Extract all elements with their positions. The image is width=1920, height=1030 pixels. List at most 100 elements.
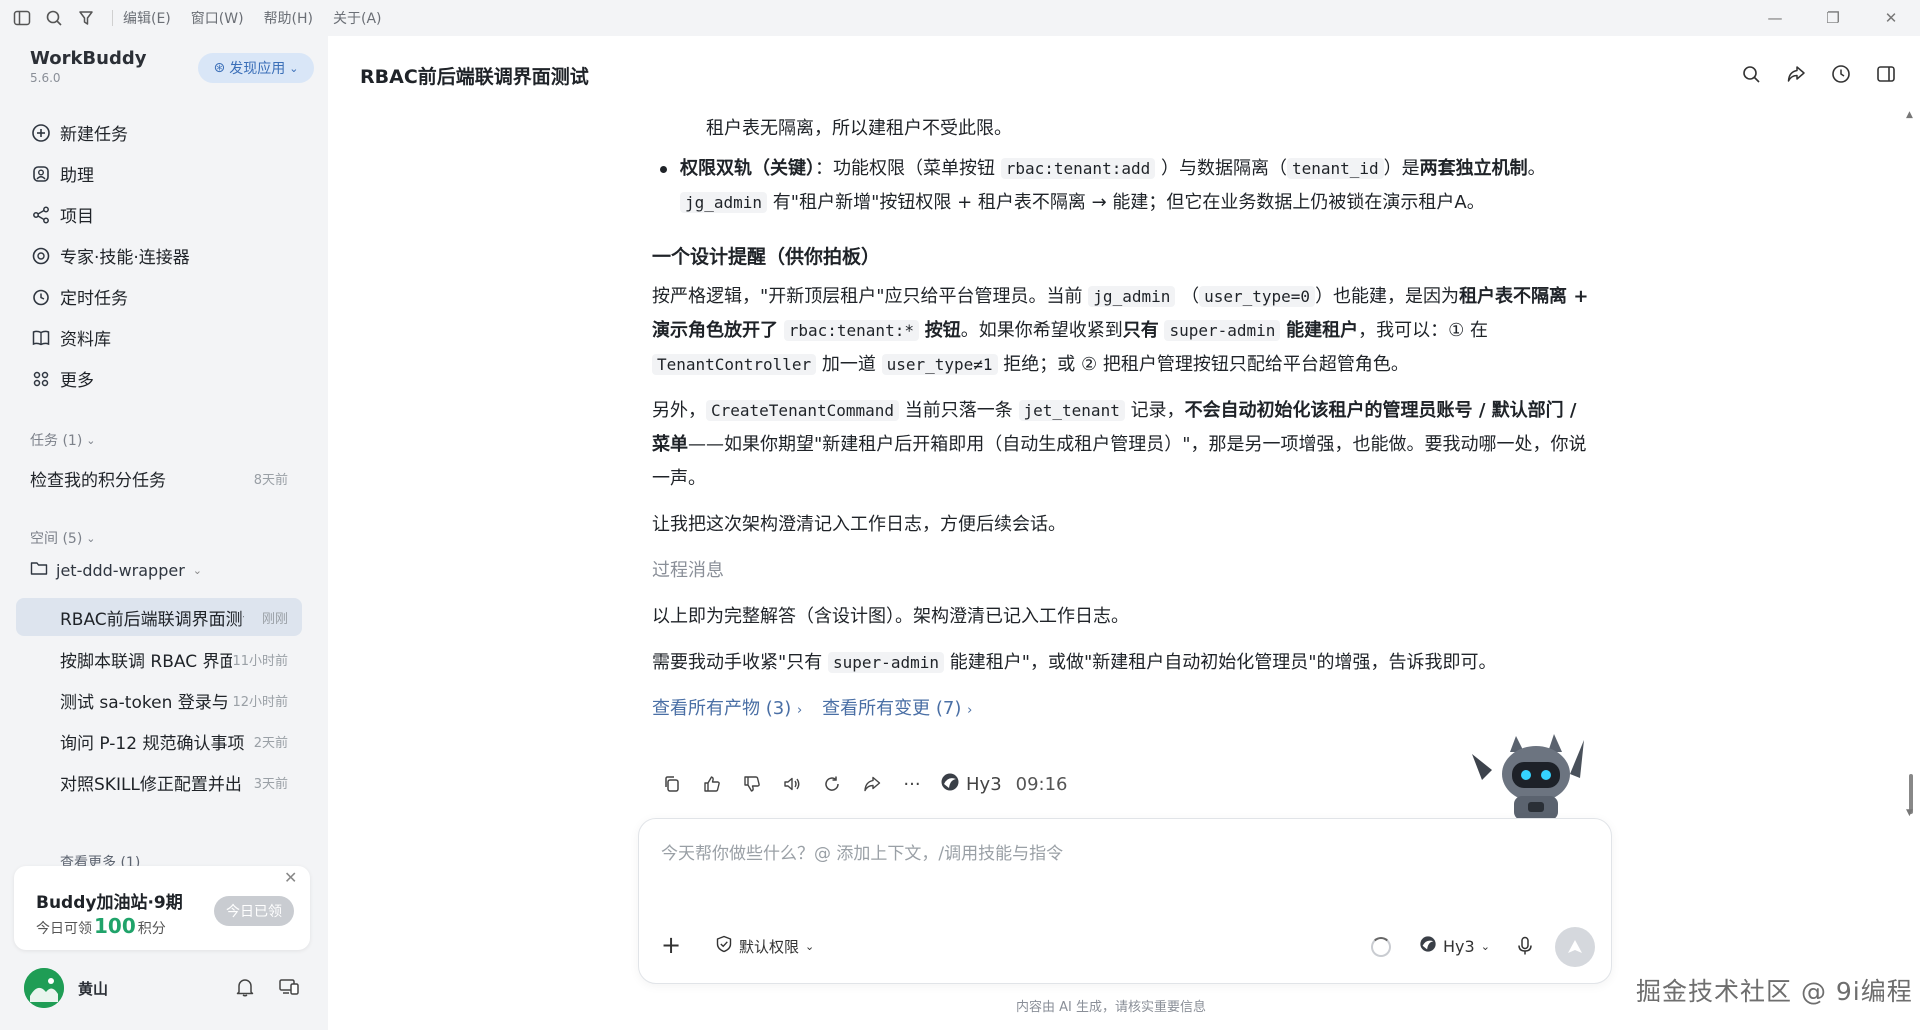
nav-label: 定时任务 — [60, 289, 128, 309]
link-label: 查看所有变更 (7) — [822, 698, 962, 719]
nav-library[interactable]: 资料库 — [24, 317, 314, 358]
discover-apps-button[interactable]: ⊛ 发现应用 ⌄ — [198, 53, 314, 83]
avatar[interactable] — [24, 968, 64, 1008]
inline-code: tenant_id — [1286, 158, 1384, 179]
speaker-icon[interactable] — [772, 766, 812, 802]
close-window-icon[interactable]: ✕ — [1868, 0, 1914, 36]
more-options-icon[interactable]: ··· — [892, 766, 932, 802]
nav-experts[interactable]: 专家·技能·连接器 — [24, 235, 314, 276]
task-item[interactable]: 检查我的积分任务 8天前 — [30, 466, 288, 491]
paragraph: 以上即为完整解答（含设计图）。架构澄清已记入工作日志。 — [652, 606, 1129, 627]
minimize-icon[interactable]: — — [1752, 0, 1798, 36]
history-icon[interactable] — [1828, 61, 1854, 87]
space-item[interactable]: 对照SKILL修正配置并出 3天前 — [16, 763, 302, 801]
hunyuan-logo-icon — [940, 772, 960, 797]
regenerate-icon[interactable] — [812, 766, 852, 802]
inline-code: super-admin — [1164, 320, 1281, 341]
devices-icon[interactable] — [278, 976, 300, 998]
nav-more[interactable]: 更多 — [24, 358, 314, 399]
section-heading: 一个设计提醒（供你拍板） — [652, 246, 881, 268]
view-artifacts-link[interactable]: 查看所有产物 (3) › — [652, 692, 802, 728]
filter-icon[interactable] — [76, 8, 96, 28]
search-icon[interactable] — [1738, 61, 1764, 87]
shield-check-icon — [715, 935, 733, 957]
paragraph: 另外， CreateTenantCommand 当前只落一条 jet_tenant… — [652, 394, 1592, 496]
nav-project[interactable]: 项目 — [24, 194, 314, 235]
space-item[interactable]: 测试 sa-token 登录与 12小时前 — [16, 681, 302, 719]
share-icon[interactable] — [1783, 61, 1809, 87]
thumbs-down-icon[interactable] — [732, 766, 772, 802]
search-icon[interactable] — [44, 8, 64, 28]
paragraph: 按严格逻辑，"开新顶层租户"应只给平台管理员。当前 jg_admin （user… — [652, 280, 1592, 382]
promo-suffix: 积分 — [137, 921, 166, 937]
chat-input-box[interactable]: 今天帮你做些什么？@ 添加上下文，/调用技能与指令 + 默认权限 ⌄ Hy3 ⌄ — [638, 818, 1612, 984]
panel-toggle-icon[interactable] — [1873, 61, 1899, 87]
nav-label: 项目 — [60, 207, 94, 227]
page-title: RBAC前后端联调界面测试 — [360, 66, 589, 88]
menu-edit[interactable]: 编辑(E) — [123, 8, 171, 28]
space-folder[interactable]: jet-ddd-wrapper ⌄ — [30, 560, 202, 580]
space-item-time: 刚刚 — [261, 611, 288, 627]
text: （ — [1181, 286, 1200, 307]
space-item[interactable]: RBAC前后端联调界面测试 刚刚 — [16, 598, 302, 636]
restore-icon[interactable]: ❐ — [1810, 0, 1856, 36]
menu-about[interactable]: 关于(A) — [333, 8, 382, 28]
space-item-time: 3天前 — [253, 776, 288, 792]
chat-input-placeholder[interactable]: 今天帮你做些什么？@ 添加上下文，/调用技能与指令 — [661, 839, 1063, 864]
nav-scheduled[interactable]: 定时任务 — [24, 276, 314, 317]
process-messages-toggle[interactable]: 过程消息 — [652, 554, 1592, 588]
space-item[interactable]: 按脚本联调 RBAC 界面 11小时前 — [16, 640, 302, 678]
menu-window[interactable]: 窗口(W) — [191, 8, 244, 28]
scroll-down-icon[interactable]: ▼ — [1906, 808, 1913, 818]
claim-button[interactable]: 今日已领 — [214, 896, 294, 926]
text: ）是 — [1383, 158, 1420, 179]
nav-new-task[interactable]: 新建任务 — [24, 112, 314, 153]
thumbs-up-icon[interactable] — [692, 766, 732, 802]
microphone-icon[interactable] — [1513, 933, 1537, 959]
message-actions: ··· Hy3 09:16 — [652, 766, 1068, 802]
inline-code: user_type=0 — [1199, 286, 1316, 307]
promo-title: Buddy加油站·9期 — [36, 893, 183, 913]
space-item[interactable]: 询问 P-12 规范确认事项 2天前 — [16, 722, 302, 760]
tasks-section-header[interactable]: 任务 (1) ⌄ — [30, 430, 96, 450]
project-icon — [30, 204, 52, 226]
paragraph-fragment: 租户表无隔离，所以建租户不受此限。 — [706, 118, 1012, 139]
tasks-header-label: 任务 (1) — [30, 433, 83, 449]
scrollbar[interactable] — [1906, 112, 1914, 812]
app-store-icon: ⊛ — [213, 60, 226, 76]
nav-assistant[interactable]: 助理 — [24, 153, 314, 194]
model-selector[interactable]: Hy3 ⌄ — [1419, 935, 1490, 957]
send-button[interactable] — [1555, 927, 1595, 967]
space-item-title: 对照SKILL修正配置并出 — [60, 774, 242, 795]
chevron-right-icon: › — [796, 703, 803, 718]
model-badge: Hy3 — [940, 772, 1002, 797]
permission-selector[interactable]: 默认权限 ⌄ — [715, 935, 814, 957]
chevron-right-icon: › — [967, 703, 973, 718]
folder-name: jet-ddd-wrapper — [56, 560, 185, 580]
text: 当前只落一条 — [904, 400, 1013, 421]
add-attachment-icon[interactable]: + — [661, 931, 681, 959]
text: 拒绝；或 ② 把租户管理按钮只配给平台超管角色。 — [1003, 354, 1409, 375]
inline-code: rbac:tenant:* — [783, 320, 919, 341]
spaces-section-header[interactable]: 空间 (5) ⌄ — [30, 528, 96, 548]
view-changes-link[interactable]: 查看所有变更 (7) › — [822, 692, 972, 728]
new-task-icon — [30, 122, 52, 144]
text: 另外， — [652, 400, 706, 421]
sidebar-toggle-icon[interactable] — [12, 8, 32, 28]
close-icon[interactable]: ✕ — [284, 868, 297, 887]
space-item-time: 2天前 — [253, 735, 288, 751]
share-icon[interactable] — [852, 766, 892, 802]
nav-label: 新建任务 — [60, 125, 128, 145]
chevron-down-icon: ⌄ — [805, 939, 815, 953]
message-time: 09:16 — [1015, 773, 1068, 795]
paragraph: 让我把这次架构澄清记入工作日志，方便后续会话。 — [652, 514, 1066, 535]
title-bar: 编辑(E) 窗口(W) 帮助(H) 关于(A) — ❐ ✕ — [0, 0, 1920, 36]
promo-prefix: 今日可领 — [36, 921, 92, 937]
hunyuan-logo-icon — [1419, 935, 1437, 957]
bell-icon[interactable] — [234, 976, 256, 998]
title-separator — [112, 10, 113, 26]
copy-icon[interactable] — [652, 766, 692, 802]
menu-help[interactable]: 帮助(H) — [264, 8, 313, 28]
inline-code: rbac:tenant:add — [1000, 158, 1156, 179]
scroll-up-icon[interactable]: ▲ — [1906, 110, 1913, 120]
